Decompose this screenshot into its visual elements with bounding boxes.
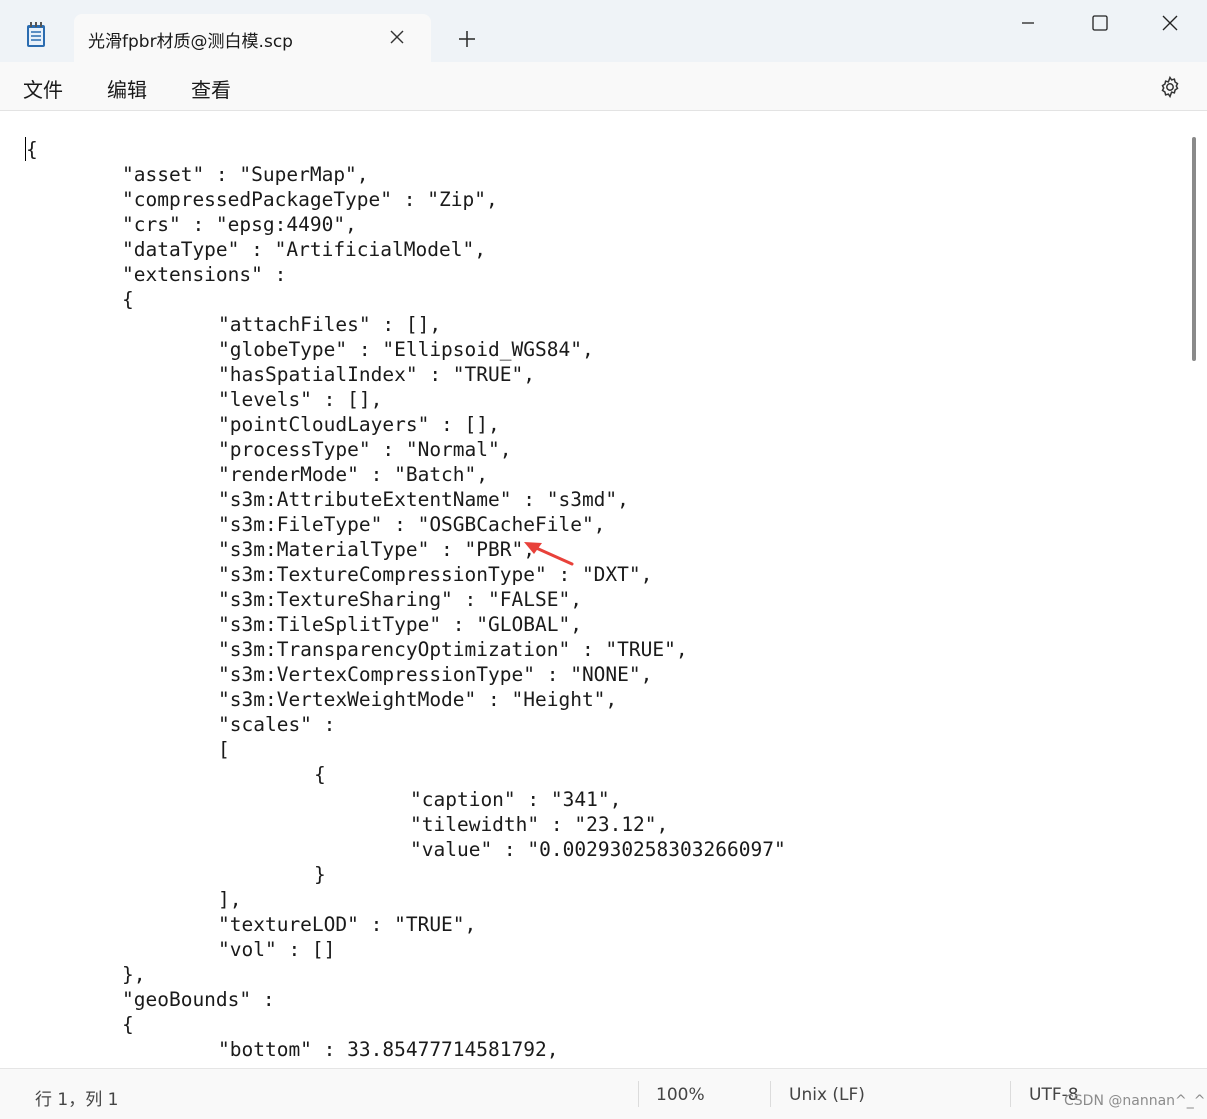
- code-line: "crs" : "epsg:4490",: [122, 213, 357, 236]
- code-line: "textureLOD" : "TRUE",: [218, 913, 477, 936]
- minimize-icon[interactable]: [1008, 10, 1048, 36]
- close-window-icon[interactable]: [1150, 10, 1190, 36]
- code-line: {: [122, 288, 134, 311]
- code-line: "bottom" : 33.85477714581792,: [218, 1038, 559, 1061]
- code-line: [: [218, 738, 230, 761]
- title-bar: 光滑fpbr材质@测白模.scp: [0, 0, 1207, 62]
- code-line: "dataType" : "ArtificialModel",: [122, 238, 486, 261]
- status-divider: [1010, 1081, 1011, 1107]
- notepad-app-icon: [27, 22, 45, 47]
- code-line: "levels" : [],: [218, 388, 383, 411]
- menu-file[interactable]: 文件: [23, 74, 63, 103]
- status-divider: [638, 1081, 639, 1107]
- code-line: "tilewidth" : "23.12",: [410, 813, 669, 836]
- code-line: "s3m:MaterialType" : "PBR",: [218, 538, 535, 561]
- code-line: "extensions" :: [122, 263, 287, 286]
- line-ending[interactable]: Unix (LF): [789, 1085, 865, 1105]
- menu-bar: 文件 编辑 查看: [0, 62, 1207, 111]
- menu-view[interactable]: 查看: [191, 74, 231, 103]
- code-line: "compressedPackageType" : "Zip",: [122, 188, 498, 211]
- cursor-position: 行 1，列 1: [35, 1090, 119, 1110]
- vertical-scrollbar-thumb[interactable]: [1192, 137, 1196, 361]
- zoom-level[interactable]: 100%: [656, 1085, 705, 1105]
- code-line: "s3m:TextureCompressionType" : "DXT",: [218, 563, 653, 586]
- text-editor[interactable]: { "asset" : "SuperMap", "compressedPackage…: [2, 111, 1205, 1066]
- code-line: "scales" :: [218, 713, 336, 736]
- code-line: "asset" : "SuperMap",: [122, 163, 369, 186]
- code-line: "s3m:TileSplitType" : "GLOBAL",: [218, 613, 582, 636]
- code-line: "geoBounds" :: [122, 988, 275, 1011]
- code-line: "attachFiles" : [],: [218, 313, 442, 336]
- code-line: "s3m:VertexCompressionType" : "NONE",: [218, 663, 653, 686]
- code-line: },: [122, 963, 146, 986]
- code-line: "s3m:FileType" : "OSGBCacheFile",: [218, 513, 606, 536]
- code-line: "processType" : "Normal",: [218, 438, 512, 461]
- code-line: "globeType" : "Ellipsoid_WGS84",: [218, 338, 594, 361]
- code-line: "s3m:TextureSharing" : "FALSE",: [218, 588, 582, 611]
- maximize-icon[interactable]: [1080, 10, 1120, 36]
- tab-active-file[interactable]: 光滑fpbr材质@测白模.scp: [74, 14, 431, 62]
- code-line: {: [26, 138, 38, 161]
- settings-gear-icon[interactable]: [1158, 75, 1182, 99]
- new-tab-plus-icon[interactable]: [454, 26, 480, 52]
- watermark-text: CSDN @nannan^_^: [1064, 1093, 1206, 1109]
- annotation-arrow: [524, 542, 574, 566]
- code-line: {: [122, 1013, 134, 1036]
- code-line: }: [314, 863, 326, 886]
- code-line: "caption" : "341",: [410, 788, 622, 811]
- tab-title: 光滑fpbr材质@测白模.scp: [88, 32, 293, 52]
- close-tab-icon[interactable]: [385, 25, 409, 49]
- code-line: "pointCloudLayers" : [],: [218, 413, 500, 436]
- text-caret: [25, 137, 26, 161]
- code-line: ],: [218, 888, 242, 911]
- code-line: "vol" : []: [218, 938, 336, 961]
- status-divider: [770, 1081, 771, 1107]
- menu-edit[interactable]: 编辑: [107, 74, 147, 103]
- code-line: "s3m:TransparencyOptimization" : "TRUE",: [218, 638, 688, 661]
- code-line: "s3m:VertexWeightMode" : "Height",: [218, 688, 618, 711]
- code-line: "s3m:AttributeExtentName" : "s3md",: [218, 488, 629, 511]
- code-line: "hasSpatialIndex" : "TRUE",: [218, 363, 535, 386]
- code-line: {: [314, 763, 326, 786]
- code-line: "value" : "0.002930258303266097": [410, 838, 786, 861]
- code-line: "renderMode" : "Batch",: [218, 463, 489, 486]
- status-bar: 行 1，列 1 100% Unix (LF) UTF-8: [0, 1068, 1207, 1119]
